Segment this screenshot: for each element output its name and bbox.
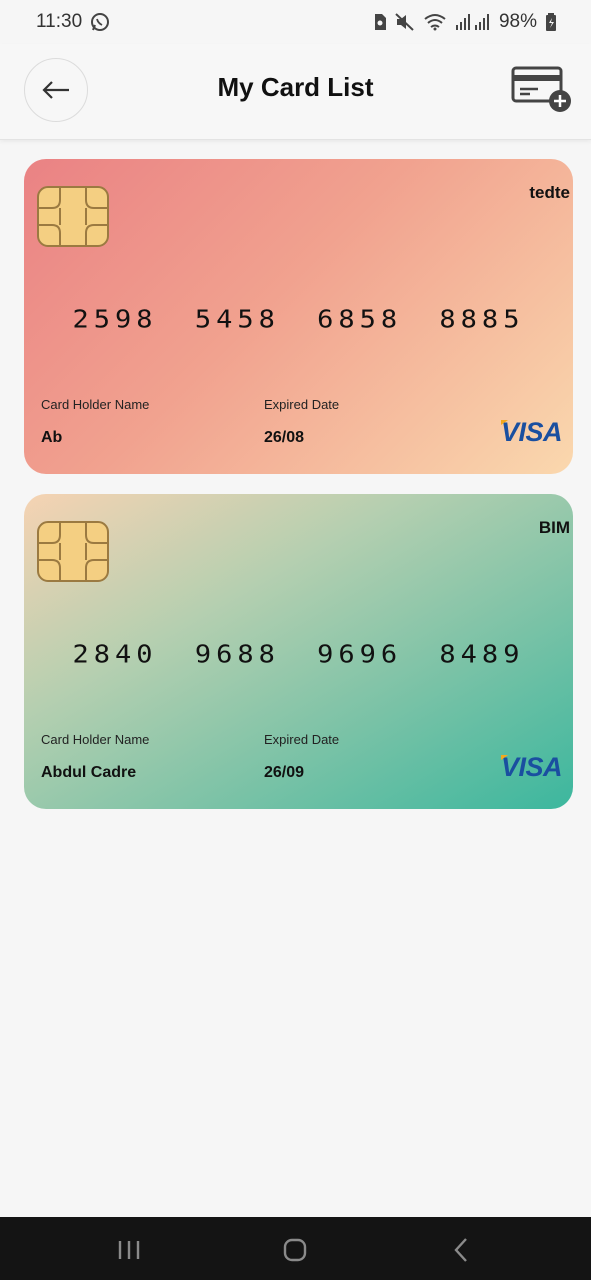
- page-title: My Card List: [217, 72, 374, 102]
- expiry-date: 26/08: [264, 429, 305, 446]
- visa-logo: VISA: [501, 752, 563, 782]
- card-holder-label: Card Holder Name: [41, 397, 150, 412]
- chip-icon: [37, 186, 109, 247]
- status-time: 11:30: [36, 11, 83, 32]
- visa-logo: VISA: [501, 417, 563, 447]
- card-number-group: 6858: [317, 305, 403, 334]
- chip-icon: [37, 521, 109, 582]
- expiry-date: 26/09: [264, 764, 305, 781]
- card-number-group: 8489: [439, 640, 525, 669]
- card-number: 2840 9688 9696 8489: [24, 640, 573, 669]
- wifi-icon: [423, 13, 447, 31]
- status-bar: 11:30 98%: [0, 0, 591, 44]
- card-network: VISA: [501, 417, 563, 447]
- card-number-group: 2598: [72, 305, 158, 334]
- expiry-label: Expired Date: [264, 397, 340, 412]
- back-icon: [454, 1238, 467, 1262]
- credit-card[interactable]: tedte 2598 5458 6858 8885 Card Holder Na…: [24, 159, 573, 474]
- add-card-icon: [511, 66, 571, 112]
- card-number-group: 2840: [72, 640, 158, 669]
- card-network: VISA: [501, 752, 563, 782]
- card-number-group: 9688: [194, 640, 280, 669]
- bank-name: BIM: [538, 518, 570, 537]
- whatsapp-icon: [90, 12, 110, 32]
- home-icon: [283, 1238, 307, 1262]
- recent-apps-icon: [118, 1241, 140, 1259]
- battery-icon: [545, 12, 557, 32]
- card-holder-name: Abdul Cadre: [41, 764, 137, 781]
- system-nav-bar: [0, 1217, 591, 1280]
- battery-percent: 98%: [498, 11, 537, 32]
- card-number-group: 9696: [317, 640, 403, 669]
- card-number-group: 5458: [194, 305, 280, 334]
- sim-icon: [373, 13, 387, 31]
- card-holder-label: Card Holder Name: [41, 732, 150, 747]
- mute-icon: [395, 13, 415, 31]
- credit-card[interactable]: BIM 2840 9688 9696 8489 Card Holder Name…: [24, 494, 573, 809]
- visa-flag-icon: [501, 420, 508, 425]
- card-holder-name: Ab: [41, 429, 63, 446]
- visa-flag-icon: [501, 755, 508, 760]
- card-number: 2598 5458 6858 8885: [24, 305, 573, 334]
- card-number-group: 8885: [439, 305, 525, 334]
- home-button[interactable]: [280, 1237, 310, 1263]
- signal-icon: [455, 13, 491, 31]
- bank-name: tedte: [529, 183, 570, 202]
- status-right: 98%: [373, 11, 557, 33]
- status-left: 11:30: [36, 11, 110, 33]
- recent-apps-button[interactable]: [114, 1237, 144, 1263]
- app-header: My Card List: [0, 44, 591, 140]
- add-card-button[interactable]: [510, 64, 574, 116]
- expiry-label: Expired Date: [264, 732, 340, 747]
- system-back-button[interactable]: [446, 1237, 476, 1263]
